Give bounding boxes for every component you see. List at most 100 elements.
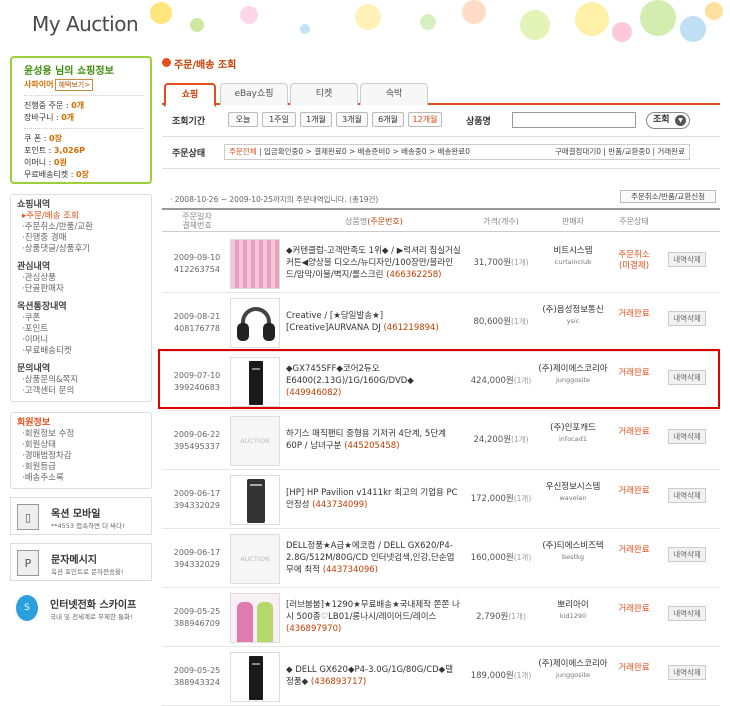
period-1week-button[interactable]: 1주일	[262, 112, 296, 127]
menu-item[interactable]: ·경매범정차감	[17, 451, 145, 462]
benefit-button[interactable]: 혜택보기>	[55, 79, 94, 91]
header: My Auction	[0, 0, 730, 50]
menu-item[interactable]: ·상품댓글/상품후기	[17, 244, 145, 255]
promo-mobile[interactable]: ▯ 옥션 모바일 **4553 접속하면 더 싸다!	[10, 497, 152, 535]
cart-count[interactable]: 장바구니 : 0개	[24, 112, 144, 124]
delete-history-button[interactable]: 내역삭제	[668, 606, 706, 621]
order-count[interactable]: 진행중 주문 : 0개	[24, 100, 144, 112]
promo-message[interactable]: P 문자메시지 옥션 포인트로 문자전송을!	[10, 543, 152, 581]
promo-skype[interactable]: S 인터넷전화 스카이프 국내 및 전세계로 무제한 통화!	[10, 589, 152, 627]
delete-history-button[interactable]: 내역삭제	[668, 665, 706, 680]
main-content: 주문/배송 조회 쇼핑 eBay쇼핑 티켓 숙박 조회기간 오늘 1주일 1개월…	[162, 56, 720, 706]
status-bar: 주문전체 | 입금확인중0 > 결제완료0 > 배송준비0 > 배송중0 > 배…	[224, 144, 690, 160]
menu-item[interactable]: ·주문취소/반품/교환	[17, 222, 145, 233]
product-name-text: ◆커텐클럽-고객만족도 1위◆ / ▶럭셔리 침실거실 커튼◀양상블 디오스/뉴…	[286, 245, 462, 281]
menu-item[interactable]: ·회원정보 수정	[17, 429, 145, 440]
point-count[interactable]: 포인트 : 3,026P	[24, 145, 144, 157]
product-image[interactable]	[230, 298, 280, 348]
period-1month-button[interactable]: 1개월	[300, 112, 332, 127]
product-image[interactable]	[230, 593, 280, 643]
delete-history-button[interactable]: 내역삭제	[668, 252, 706, 267]
user-level: 사파이어 혜택보기>	[24, 79, 144, 91]
user-name: 윤성용 님의 쇼핑정보	[24, 66, 114, 77]
menu-item[interactable]: ·고객센터 문의	[17, 386, 145, 397]
period-6month-button[interactable]: 6개월	[372, 112, 404, 127]
menu-item[interactable]: ·무료배송티켓	[17, 346, 145, 357]
emoney-value: 0원	[53, 158, 67, 167]
product-name[interactable]: [HP] HP Pavilion v1411kr 최고의 기업용 PC 안정성 …	[286, 474, 462, 524]
seller-cell[interactable]: 비트시스템 curtainclub	[538, 246, 608, 268]
tab-ebay[interactable]: eBay쇼핑	[220, 83, 288, 105]
seller-id: curtainclub	[554, 258, 592, 266]
menu-item[interactable]: ·관심상품	[17, 273, 145, 284]
header-decor	[462, 0, 486, 24]
delete-history-button[interactable]: 내역삭제	[668, 488, 706, 503]
status-all[interactable]: 주문전체	[229, 147, 257, 156]
payment-number: 395495337	[174, 442, 220, 451]
period-today-button[interactable]: 오늘	[228, 112, 258, 127]
tab-lodging[interactable]: 숙박	[360, 83, 428, 105]
product-name[interactable]: Creative / [★당일발송★][Creative]AURVANA DJ …	[286, 297, 462, 347]
period-3month-button[interactable]: 3개월	[336, 112, 368, 127]
product-image[interactable]	[230, 239, 280, 289]
col-product-no: (주문번호)	[367, 217, 403, 226]
menu-item[interactable]: ·회원상태	[17, 440, 145, 451]
product-image[interactable]: AUCTION	[230, 534, 280, 584]
product-name-text: Creative / [★당일발송★][Creative]AURVANA DJ …	[286, 310, 462, 334]
search-button[interactable]: 조회 ▼	[646, 112, 690, 129]
product-image[interactable]	[230, 652, 280, 702]
product-name[interactable]: [러브붐붐]★1290★무료배송★국내제작 쫀쫀 나시 500종♡LB01/롱나…	[286, 592, 462, 642]
menu-item[interactable]: ·이머니	[17, 335, 145, 346]
menu-item[interactable]: ·배송주소록	[17, 473, 145, 484]
status-steps[interactable]: | 입금확인중0 > 결제완료0 > 배송준비0 > 배송중0 > 배송완료0	[257, 147, 470, 156]
menu-item[interactable]: ·쿠폰	[17, 313, 145, 324]
menu-item[interactable]: ·포인트	[17, 324, 145, 335]
tab-ticket[interactable]: 티켓	[290, 83, 358, 105]
product-name[interactable]: 하기스 매직팬티 중형용 기저귀 4단계, 5단계 60P / 남녀구분 (44…	[286, 415, 462, 465]
seller-cell[interactable]: (주)인포캐드 infocad1	[538, 423, 608, 445]
status-right[interactable]: 구매결정대기0 | 반품/교환중0 | 거래완료	[555, 145, 685, 159]
emoney-count[interactable]: 이머니 : 0원	[24, 157, 144, 169]
delete-history-button[interactable]: 내역삭제	[668, 429, 706, 444]
delete-history-button[interactable]: 내역삭제	[668, 547, 706, 562]
tab-shopping[interactable]: 쇼핑	[164, 83, 216, 107]
coupon-label: 쿠 폰 :	[24, 134, 50, 143]
cancel-return-button[interactable]: 주문취소/반품/교환신청	[620, 190, 716, 203]
quantity: (1개)	[513, 553, 532, 562]
period-info: · 2008-10-26 ~ 2009-10-25까지의 주문내역입니다. (총…	[170, 195, 379, 204]
menu-item-order-delivery[interactable]: ▸주문/배송 조회	[17, 211, 145, 222]
promo-title: 문자메시지	[51, 555, 97, 566]
coupon-count[interactable]: 쿠 폰 : 0장	[24, 133, 144, 145]
product-thumbnail	[231, 240, 279, 288]
period-12month-button[interactable]: 12개월	[408, 112, 442, 127]
table-row: 2009-05-25 388943324 ◆ DELL GX620◆P4-3.0G/…	[162, 647, 720, 706]
product-name[interactable]: ◆커텐클럽-고객만족도 1위◆ / ▶럭셔리 침실거실 커튼◀양상블 디오스/뉴…	[286, 238, 462, 288]
menu-item[interactable]: ·단골판매자	[17, 284, 145, 295]
product-image[interactable]	[230, 475, 280, 525]
promo-title: 옥션 모바일	[51, 509, 101, 520]
product-name-input[interactable]	[512, 112, 636, 128]
product-image[interactable]: AUCTION	[230, 416, 280, 466]
seller-cell[interactable]: 우신정보시스템 wavelan	[538, 482, 608, 504]
seller-cell[interactable]: (주)제이에스코리아 junggosite	[538, 659, 608, 681]
menu-item[interactable]: ·진행중 경매	[17, 233, 145, 244]
seller-cell[interactable]: (주)음성정보통신 ysic	[538, 305, 608, 327]
seller-cell[interactable]: (주)티에스비즈텍 bestkg	[538, 541, 608, 563]
product-name-text: DELL정품★A급★에코컴 / DELL GX620/P4-2.8G/512M/…	[286, 540, 462, 576]
menu-item-label: 주문/배송 조회	[26, 211, 79, 221]
product-name[interactable]: DELL정품★A급★에코컴 / DELL GX620/P4-2.8G/512M/…	[286, 533, 462, 583]
order-date: 2009-06-22	[173, 430, 221, 439]
payment-number: 388946709	[174, 619, 220, 628]
sidebar: 윤성용 님의 쇼핑정보 사파이어 혜택보기> 진행중 주문 : 0개 장바구니 :…	[10, 56, 152, 627]
product-name[interactable]: ◆ DELL GX620◆P4-3.0G/1G/80G/CD◆델 정품◆ (43…	[286, 651, 462, 701]
payment-number: 408176778	[174, 324, 220, 333]
menu-item-label: 회원등급	[24, 462, 56, 472]
menu-item[interactable]: ·회원등급	[17, 462, 145, 473]
delete-history-button[interactable]: 내역삭제	[668, 311, 706, 326]
order-number: (436897970)	[286, 624, 342, 634]
menu-item[interactable]: ·상품문의&쪽지	[17, 375, 145, 386]
promo-title: 인터넷전화 스카이프	[50, 600, 137, 611]
seller-cell[interactable]: 뽀리아이 kid1290	[538, 600, 608, 622]
free-shipping-count[interactable]: 무료배송티켓 : 0장	[24, 169, 144, 181]
order-status: 거래완료	[618, 663, 650, 673]
